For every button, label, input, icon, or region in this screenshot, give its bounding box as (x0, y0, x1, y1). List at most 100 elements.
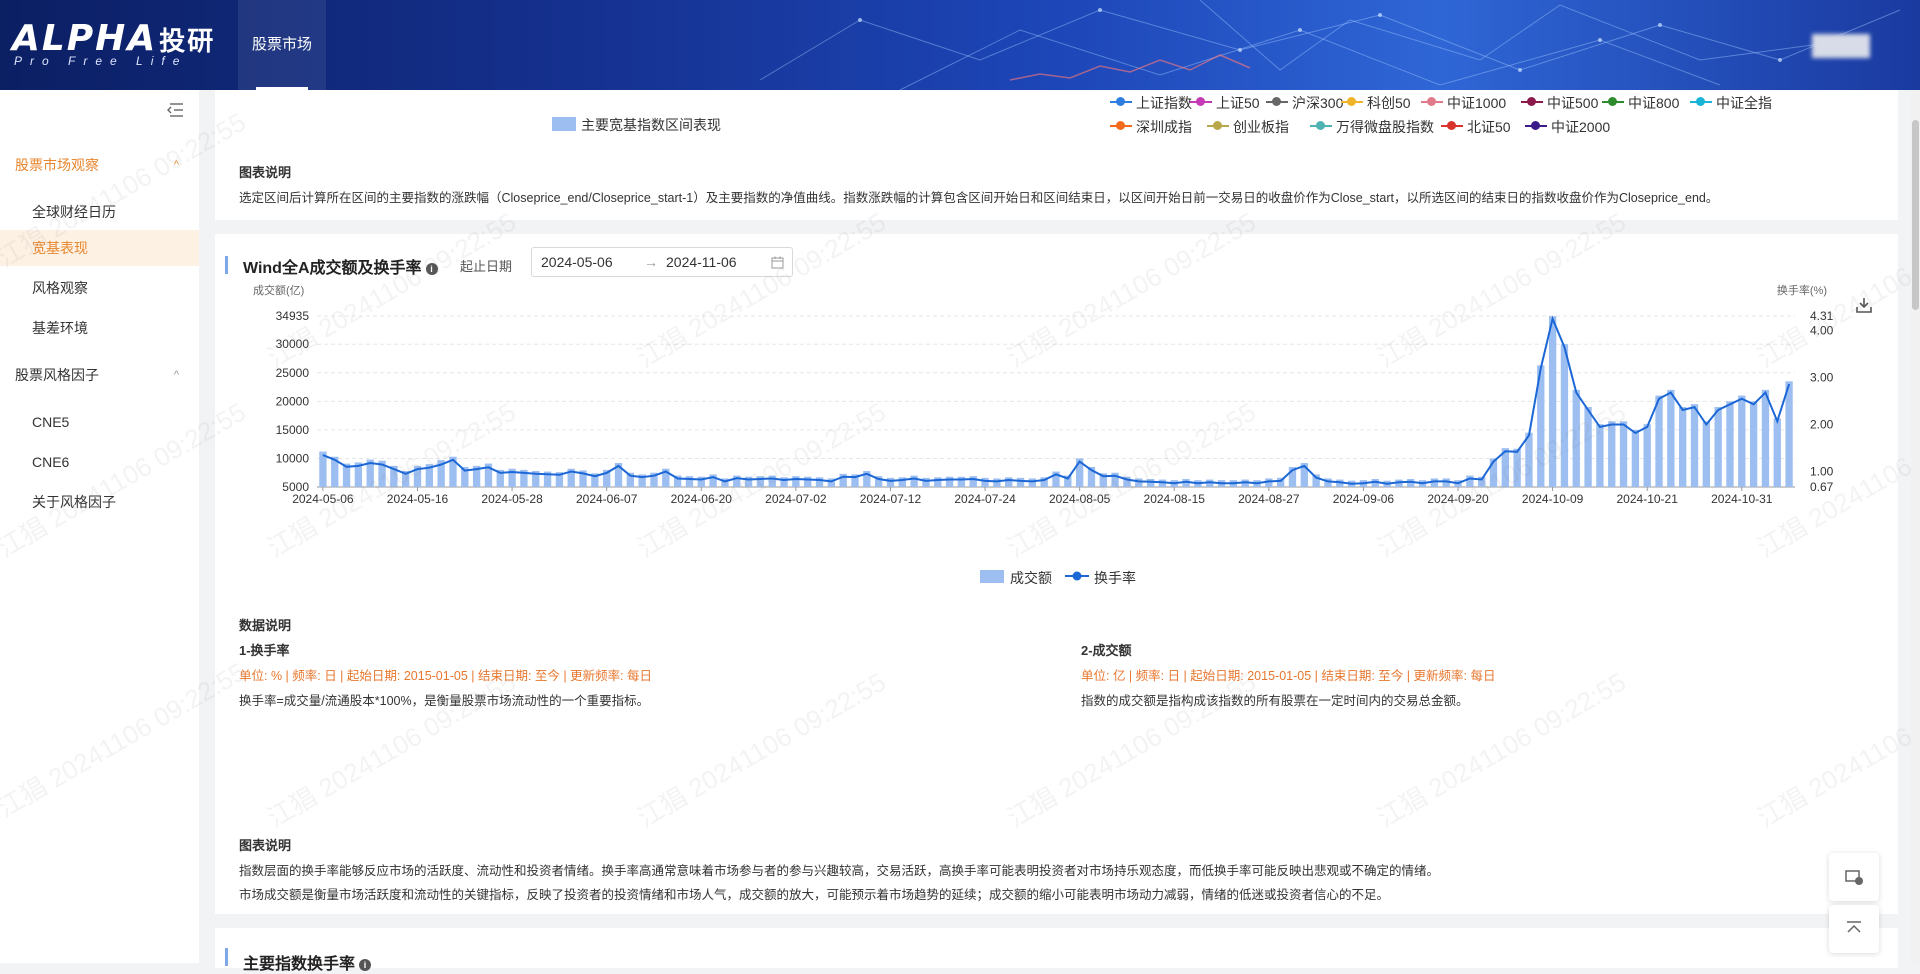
volume-bar (910, 475, 918, 487)
chart-explain-title: 图表说明 (239, 838, 292, 853)
legend-marker (1441, 121, 1463, 130)
legend-marker (1602, 97, 1624, 106)
sidebar-item-broad-index[interactable]: 宽基表现 (0, 230, 199, 266)
next-card-title: 主要指数换手率 i (243, 950, 372, 974)
legend-bar-label[interactable]: 主要宽基指数区间表现 (581, 115, 721, 135)
legend-turnover-label[interactable]: 换手率 (1094, 568, 1136, 588)
volume-bar (1608, 421, 1616, 487)
y-tick-label: 34935 (276, 309, 310, 323)
volume-bar (1596, 424, 1604, 487)
explain-title: 图表说明 (239, 165, 292, 180)
volume-desc: 指数的成交额是指构成该指数的所有股票在一定时间内的交易总金额。 (1081, 694, 1469, 708)
chevron-up-icon: ^ (173, 369, 179, 381)
nav-tab-stock-market[interactable]: 股票市场 (238, 0, 326, 90)
legend-label: 创业板指 (1233, 119, 1289, 135)
legend-label: 万得微盘股指数 (1336, 119, 1434, 135)
feedback-icon (1845, 870, 1863, 885)
sidebar: 股票市场观察 ^ 全球财经日历 宽基表现 风格观察 基差环境 股票风格因子 ^ CN… (0, 90, 199, 963)
sidebar-group-style-factors[interactable]: 股票风格因子 ^ (0, 360, 199, 390)
x-tick-label: 2024-08-27 (1238, 492, 1300, 506)
volume-bar (993, 478, 1001, 487)
legend-label: 北证50 (1467, 119, 1511, 135)
collapse-menu-icon[interactable] (166, 102, 184, 118)
x-tick-label: 2024-07-12 (860, 492, 922, 506)
volume-bar (1016, 477, 1025, 487)
scrollbar-thumb[interactable] (1912, 120, 1919, 310)
legend-marker (1521, 97, 1543, 106)
volume-bar (1466, 475, 1474, 487)
volume-bar (1146, 479, 1155, 487)
volume-bar (815, 477, 824, 487)
x-tick-label: 2024-08-15 (1144, 492, 1206, 506)
feedback-button[interactable] (1829, 853, 1879, 901)
volume-bar (1028, 478, 1037, 487)
sidebar-item-cne6[interactable]: CNE6 (0, 444, 199, 480)
legend-volume-swatch (980, 570, 1004, 583)
user-avatar[interactable] (1812, 34, 1870, 58)
legend-label: 深圳成指 (1136, 119, 1192, 135)
sidebar-item-basis[interactable]: 基差环境 (0, 310, 199, 346)
sidebar-item-cne5[interactable]: CNE5 (0, 404, 199, 440)
legend-label: 中证1000 (1447, 95, 1507, 111)
legend-label: 中证全指 (1716, 95, 1772, 111)
chart-explain-1: 指数层面的换手率能够反应市场的活跃度、流动性和投资者情绪。换手率高通常意味着市场… (239, 864, 1440, 878)
sidebar-item-calendar[interactable]: 全球财经日历 (0, 194, 199, 230)
volume-bar (957, 476, 966, 487)
legend-label: 中证2000 (1551, 119, 1611, 135)
back-to-top-button[interactable] (1829, 905, 1879, 953)
title-accent-bar (225, 948, 228, 966)
legend-marker (1110, 97, 1132, 106)
brand-logo[interactable]: ALPHA投研 (12, 18, 215, 59)
volume-bar (1702, 421, 1710, 487)
volume-bar (1548, 316, 1557, 487)
volume-bar (945, 476, 954, 487)
volume-bar (1584, 407, 1592, 487)
sidebar-item-style[interactable]: 风格观察 (0, 270, 199, 306)
page-scrollbar[interactable] (1911, 90, 1920, 963)
x-tick-label: 2024-05-28 (481, 492, 543, 506)
x-tick-label: 2024-05-06 (292, 492, 354, 506)
info-icon[interactable]: i (359, 958, 372, 971)
y2-tick-label: 3.00 (1810, 371, 1834, 385)
legend-volume-label[interactable]: 成交额 (1010, 568, 1052, 588)
brand-slogan: Pro Free Life (14, 54, 188, 68)
y-tick-label: 10000 (276, 451, 310, 465)
sidebar-item-about-factors[interactable]: 关于风格因子 (0, 484, 199, 520)
volume-bar (1738, 395, 1746, 487)
chart-explain-2: 市场成交额是衡量市场活跃度和流动性的关键指标，反映了投资者的投资情绪和市场人气，… (239, 888, 1390, 902)
volume-bar (1560, 344, 1569, 487)
legend-marker (1266, 97, 1288, 106)
x-tick-label: 2024-06-07 (576, 492, 638, 506)
chevron-up-icon: ^ (173, 159, 179, 171)
volume-bar (1773, 418, 1781, 487)
y2-tick-label: 4.31 (1810, 309, 1834, 323)
legend-bar-swatch (552, 117, 576, 131)
volume-bar (1572, 389, 1580, 487)
y2-tick-label: 4.00 (1810, 324, 1834, 338)
x-tick-label: 2024-08-05 (1049, 492, 1111, 506)
legend-label: 中证800 (1628, 95, 1680, 111)
y2-tick-label: 2.00 (1810, 418, 1834, 432)
volume-bar (1513, 448, 1521, 487)
volume-bar (1749, 401, 1758, 487)
volume-bar (1619, 421, 1628, 487)
volume-bar (1726, 401, 1734, 487)
volume-bar (922, 477, 930, 487)
volume-bar (1714, 407, 1722, 487)
turnover-title: 1-换手率 (239, 643, 290, 658)
y-tick-label: 30000 (276, 337, 310, 351)
volume-bar (1667, 389, 1675, 487)
legend-marker (1421, 97, 1443, 106)
x-tick-label: 2024-10-09 (1522, 492, 1584, 506)
turnover-meta: 单位: % | 频率: 日 | 起始日期: 2015-01-05 | 结束日期:… (239, 669, 653, 683)
volume-bar (1761, 389, 1770, 487)
volume-bar (1679, 407, 1687, 487)
data-title: 数据说明 (239, 618, 292, 633)
sidebar-group-market-watch[interactable]: 股票市场观察 ^ (0, 150, 199, 180)
volume-bar (934, 477, 942, 487)
x-tick-label: 2024-09-06 (1333, 492, 1395, 506)
legend-marker (1190, 97, 1212, 106)
x-tick-label: 2024-07-02 (765, 492, 827, 506)
explain-text: 选定区间后计算所在区间的主要指数的涨跌幅（Closeprice_end/Clos… (239, 191, 1719, 205)
x-tick-label: 2024-07-24 (954, 492, 1016, 506)
